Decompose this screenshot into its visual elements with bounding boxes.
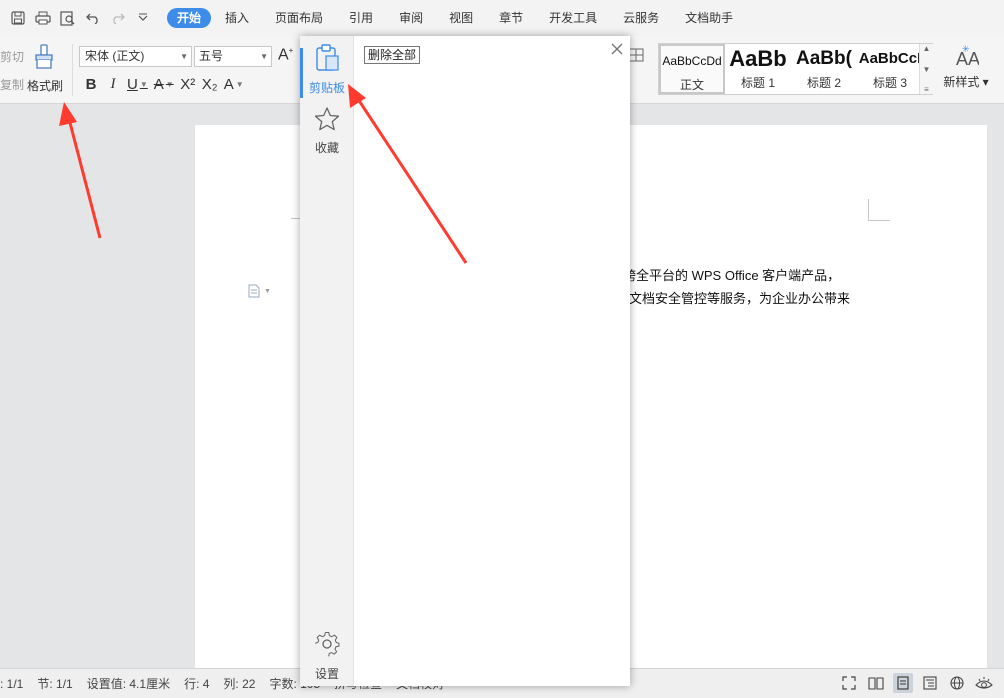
status-page[interactable]: 页: 1/1 [0, 675, 23, 692]
status-section[interactable]: 节: 1/1 [37, 675, 72, 692]
new-style-label: 新样式 ▾ [943, 75, 989, 89]
italic-button[interactable]: I [102, 73, 124, 95]
rail-item-label: 剪贴板 [308, 81, 345, 95]
tab-page-layout[interactable]: 页面布局 [263, 8, 335, 28]
cut-button[interactable]: 剪切 [0, 48, 24, 65]
new-style-icon: AA ✳ [953, 44, 980, 71]
style-label: 正文 [679, 78, 704, 92]
close-icon[interactable] [610, 42, 624, 56]
undo-icon[interactable] [81, 6, 105, 30]
text-effect-label: A [223, 75, 234, 93]
style-sample: AaBb( [796, 48, 852, 69]
view-buttons [839, 673, 994, 693]
font-size-select[interactable]: 五号 ▼ [194, 46, 272, 67]
bold-button[interactable]: B [80, 73, 102, 95]
panel-rail: 剪贴板 收藏 设置 [300, 36, 354, 686]
quick-access-toolbar [6, 6, 155, 30]
print-icon[interactable] [31, 6, 55, 30]
customize-dropdown-icon[interactable] [131, 6, 155, 30]
clipboard-icon [314, 44, 340, 75]
underline-button[interactable]: U ▼ [124, 73, 151, 95]
grow-font-label: A [278, 46, 289, 64]
document-text-line[interactable]: 文档安全管控等服务，为企业办公带来 [629, 288, 850, 307]
chevron-down-icon: ▼ [260, 52, 268, 61]
tab-developer[interactable]: 开发工具 [537, 8, 609, 28]
clipboard-panel: 剪贴板 收藏 设置 删除全部 [300, 36, 630, 686]
status-col: 列: 22 [223, 677, 256, 691]
tab-doc-assistant[interactable]: 文档助手 [673, 8, 745, 28]
style-label: 标题 2 [806, 76, 841, 90]
grow-font-button[interactable]: A+ [278, 46, 293, 64]
settings-label: 设置 [314, 667, 339, 681]
styles-gallery-scroll[interactable]: ▲ ▼ ≡ [919, 44, 933, 94]
superscript-button[interactable]: X² [177, 73, 199, 95]
new-style-button[interactable]: AA ✳ 新样式 ▾ [940, 44, 992, 96]
settings-button[interactable]: 设置 [300, 630, 354, 682]
eye-protection-icon[interactable] [974, 673, 994, 693]
chevron-down-icon: ▼ [165, 79, 174, 89]
format-painter-label: 格式刷 [26, 79, 63, 93]
rail-item-label: 收藏 [314, 141, 339, 155]
format-buttons: B I U ▼ A ▼ X² X₂ A ▼ [80, 73, 247, 95]
tab-references[interactable]: 引用 [337, 8, 385, 28]
print-preview-icon[interactable] [56, 6, 80, 30]
reading-view-icon[interactable] [866, 673, 886, 693]
tab-cloud[interactable]: 云服务 [611, 8, 671, 28]
chevron-down-icon[interactable]: ▼ [923, 65, 931, 74]
strikethrough-label: A [153, 75, 164, 93]
delete-all-button[interactable]: 删除全部 [364, 46, 421, 64]
format-painter-icon [33, 44, 57, 73]
style-sample: AaBbCcI [858, 50, 922, 67]
text-effect-button[interactable]: A ▼ [221, 73, 247, 95]
style-sample: AaBbCcDd [662, 54, 722, 68]
menu-bar: 开始 插入 页面布局 引用 审阅 视图 章节 开发工具 云服务 文档助手 [0, 0, 1004, 36]
redo-icon[interactable] [106, 6, 130, 30]
style-heading-3[interactable]: AaBbCcI 标题 3 [857, 44, 923, 94]
web-view-icon[interactable] [947, 673, 967, 693]
star-icon [313, 106, 341, 135]
style-heading-2[interactable]: AaBb( 标题 2 [791, 44, 857, 94]
chevron-down-icon: ▼ [264, 287, 271, 295]
save-icon[interactable] [6, 6, 30, 30]
style-label: 标题 3 [872, 76, 907, 90]
style-label: 标题 1 [740, 76, 775, 90]
tab-section[interactable]: 章节 [487, 8, 535, 28]
font-name-select[interactable]: 宋体 (正文) ▼ [79, 46, 192, 67]
ribbon-tabs: 开始 插入 页面布局 引用 审阅 视图 章节 开发工具 云服务 文档助手 [167, 8, 747, 28]
rail-item-favorites[interactable]: 收藏 [300, 106, 354, 156]
table-icon[interactable] [628, 48, 644, 65]
style-sample: AaBb [729, 46, 787, 71]
status-position[interactable]: 设置值: 4.1厘米 [87, 675, 170, 692]
subscript-button[interactable]: X₂ [199, 73, 221, 95]
copy-button[interactable]: 复制 [0, 76, 24, 93]
tab-home[interactable]: 开始 [167, 8, 212, 28]
strikethrough-button[interactable]: A ▼ [151, 73, 177, 95]
format-painter-button[interactable]: 格式刷 [24, 44, 66, 94]
style-normal[interactable]: AaBbCcDd 正文 [659, 44, 725, 94]
font-size-value: 五号 [199, 49, 224, 63]
chevron-up-icon[interactable]: ▲ [923, 44, 931, 53]
tab-insert[interactable]: 插入 [213, 8, 261, 28]
gear-icon [313, 630, 341, 661]
rail-item-clipboard[interactable]: 剪贴板 [300, 44, 354, 98]
chevron-down-icon: ▼ [139, 79, 148, 89]
chevron-down-icon: ▼ [180, 52, 188, 61]
styles-gallery: AaBbCcDd 正文 AaBb 标题 1 AaBb( 标题 2 AaBbCcI… [658, 43, 933, 95]
style-heading-1[interactable]: AaBb 标题 1 [725, 44, 791, 94]
document-text-line[interactable]: 跨全平台的 WPS Office 客户端产品， [623, 265, 840, 284]
tab-view[interactable]: 视图 [437, 8, 485, 28]
svg-text:✳: ✳ [962, 44, 970, 54]
paragraph-menu-icon[interactable]: ▼ [248, 284, 271, 298]
expand-icon[interactable]: ≡ [924, 85, 929, 94]
page-view-icon[interactable] [893, 673, 913, 693]
chevron-down-icon: ▼ [235, 79, 244, 89]
underline-label: U [127, 75, 138, 93]
status-row: 行: 4 [184, 677, 210, 691]
fullscreen-icon[interactable] [839, 673, 859, 693]
tab-review[interactable]: 审阅 [387, 8, 435, 28]
margin-corner-mark [868, 199, 890, 221]
font-name-value: 宋体 (正文) [85, 49, 145, 63]
ribbon-divider [72, 44, 73, 96]
outline-view-icon[interactable] [920, 673, 940, 693]
